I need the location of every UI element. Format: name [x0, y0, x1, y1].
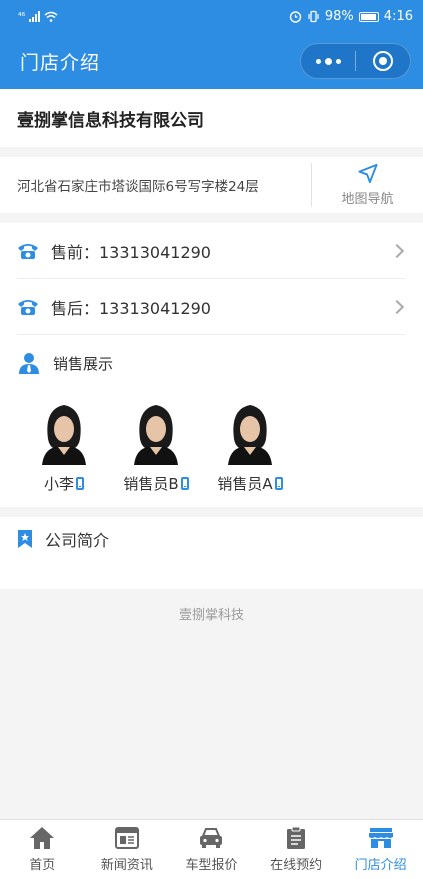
salesperson-icon: [19, 353, 39, 374]
nav-bar: 门店介绍: [0, 33, 423, 89]
avatar: [34, 399, 94, 465]
mobile-phone-icon[interactable]: [180, 477, 189, 490]
aftersale-phone-row[interactable]: 售后：13313041290: [17, 279, 406, 335]
salesperson-card[interactable]: 小李: [19, 399, 109, 494]
target-icon: [373, 51, 393, 71]
contact-section: 售前：13313041290 售后：13313041290 销售展示 小李 销售…: [0, 223, 423, 507]
tab-store-intro[interactable]: 门店介绍: [338, 820, 423, 879]
status-bar: ⁴⁶ 98% 4:16: [0, 0, 423, 33]
vibrate-icon: [308, 10, 319, 23]
presale-phone-row[interactable]: 售前：13313041290: [17, 223, 406, 279]
battery-percent: 98%: [324, 9, 354, 24]
company-intro-section: 公司简介: [0, 517, 423, 589]
salesperson-name-row: 销售员A: [217, 473, 283, 494]
more-button[interactable]: [301, 57, 355, 65]
footer-brand: 壹捌掌科技: [178, 608, 244, 623]
salesperson-name: 小李: [43, 475, 74, 493]
salesperson-card[interactable]: 销售员B: [111, 399, 201, 494]
chevron-right-icon: [389, 299, 405, 314]
map-navigation-button[interactable]: 地图导航: [311, 163, 423, 207]
mobile-phone-icon[interactable]: [274, 477, 283, 490]
bookmark-icon: [18, 530, 32, 548]
address-text: 河北省石家庄市塔谈国际6号写字楼24层: [17, 179, 259, 195]
clock: 4:16: [383, 9, 413, 24]
tab-label: 门店介绍: [354, 858, 407, 873]
telephone-icon: [18, 243, 38, 259]
car-icon: [200, 828, 223, 848]
company-intro-title: 公司简介: [45, 531, 110, 550]
presale-phone: 售前：13313041290: [51, 242, 211, 262]
tab-label: 新闻资讯: [100, 858, 153, 873]
miniprogram-capsule: [300, 43, 411, 79]
tab-online-booking[interactable]: 在线预约: [254, 820, 339, 879]
sales-list: 小李 销售员B 销售员A: [0, 399, 423, 499]
sales-showcase-header: 销售展示: [17, 335, 406, 391]
page-title: 门店介绍: [20, 51, 101, 74]
tab-label: 首页: [29, 858, 56, 873]
wifi-icon: [44, 11, 58, 22]
top-bar: ⁴⁶ 98% 4:16 门店介绍: [0, 0, 423, 89]
avatar: [126, 399, 186, 465]
map-navigation-label: 地图导航: [341, 192, 394, 207]
battery-icon: [358, 11, 379, 22]
salesperson-name-row: 小李: [44, 473, 84, 494]
salesperson-card[interactable]: 销售员A: [205, 399, 295, 494]
tab-label: 车型报价: [185, 858, 238, 873]
tab-car-prices[interactable]: 车型报价: [169, 820, 254, 879]
alarm-icon: [289, 11, 302, 23]
navigation-arrow-icon: [357, 163, 378, 184]
store-icon: [368, 828, 393, 848]
news-icon: [114, 827, 139, 849]
signal-bars-icon: [29, 11, 41, 22]
salesperson-name: 销售员B: [123, 475, 179, 493]
salesperson-name: 销售员A: [217, 475, 273, 493]
address-section: 河北省石家庄市塔谈国际6号写字楼24层 地图导航: [0, 157, 423, 213]
clipboard-icon: [287, 826, 306, 849]
close-button[interactable]: [356, 51, 410, 71]
home-icon: [30, 827, 55, 849]
chevron-right-icon: [389, 243, 405, 258]
company-name: 壹捌掌信息科技有限公司: [17, 110, 204, 131]
aftersale-phone: 售后：13313041290: [51, 298, 211, 318]
mobile-phone-icon[interactable]: [76, 477, 84, 490]
signal-indicator: ⁴⁶: [18, 11, 26, 22]
tab-news[interactable]: 新闻资讯: [85, 820, 170, 879]
company-intro-header: 公司简介: [17, 527, 109, 551]
company-header: 壹捌掌信息科技有限公司: [0, 89, 423, 147]
salesperson-name-row: 销售员B: [123, 473, 189, 494]
avatar: [220, 399, 280, 465]
telephone-icon: [18, 299, 38, 315]
tab-home[interactable]: 首页: [0, 820, 85, 879]
tab-bar: 首页 新闻资讯 车型报价 在线预约 门店介绍: [0, 819, 423, 879]
sales-showcase-title: 销售展示: [53, 354, 114, 373]
tab-label: 在线预约: [270, 858, 323, 873]
